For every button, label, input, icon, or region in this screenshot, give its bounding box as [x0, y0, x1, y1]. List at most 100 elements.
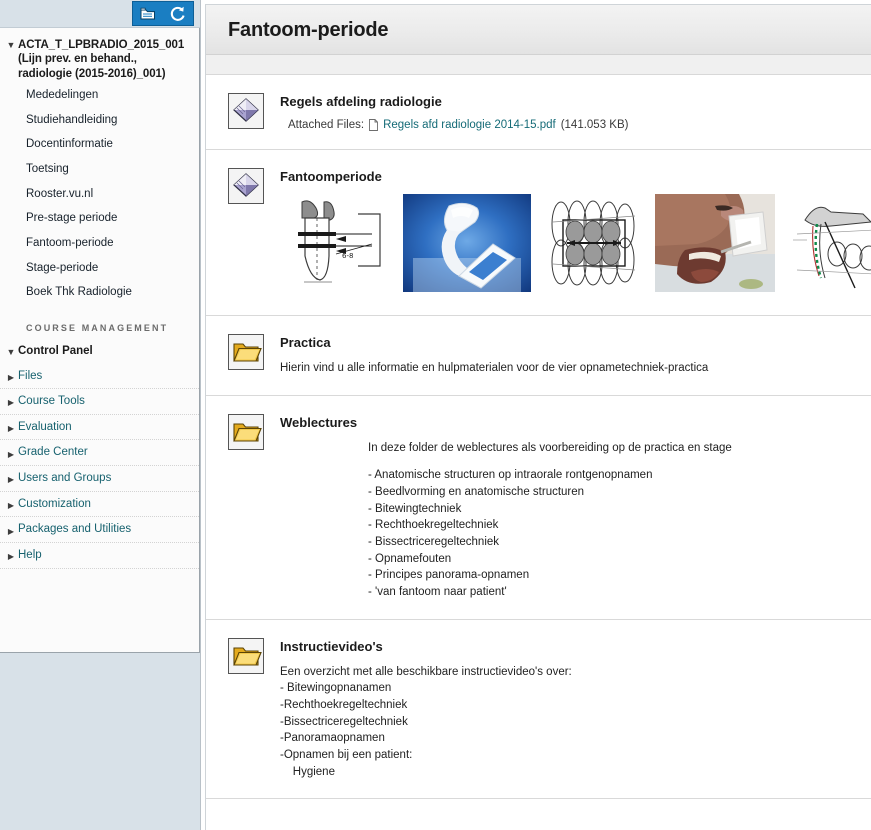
item-description: Hierin vind u alle informatie en hulpmat… [280, 362, 709, 374]
cm-item-label: Packages and Utilities [18, 523, 132, 536]
list-item: - Opnamefouten [368, 552, 452, 565]
cm-item-course-tools[interactable]: Course Tools [0, 389, 199, 415]
attached-files-label: Attached Files: [288, 119, 365, 131]
item-body: Instructievideo's Een overzicht met alle… [280, 638, 861, 781]
chevron-right-icon[interactable] [4, 450, 18, 459]
header-strip [206, 55, 871, 75]
content-item-weblectures: Weblectures In deze folder de weblecture… [206, 396, 871, 620]
cm-item-label: Users and Groups [18, 472, 112, 485]
content-item-instructievideos: Instructievideo's Een overzicht met alle… [206, 620, 871, 800]
list-item: -Panoramaopnamen [280, 732, 385, 745]
cm-item-label: Files [18, 369, 43, 382]
item-title: Regels afdeling radiologie [280, 94, 442, 109]
course-title: ACTA_T_LPBRADIO_2015_001 (Lijn prev. en … [18, 39, 185, 80]
list-item: - Bitewingtechniek [368, 502, 462, 515]
chevron-right-icon[interactable] [4, 424, 18, 433]
cm-item-label: Course Tools [18, 395, 85, 408]
item-intro: In deze folder de weblectures als voorbe… [368, 441, 732, 454]
chevron-right-icon[interactable] [4, 398, 18, 407]
sidebar-toolbar [0, 0, 200, 28]
cm-item-files[interactable]: Files [0, 364, 199, 390]
item-document-icon [228, 93, 264, 129]
course-tree-panel: ACTA_T_LPBRADIO_2015_001 (Lijn prev. en … [0, 28, 200, 653]
chevron-right-icon[interactable] [4, 552, 18, 561]
list-item: - 'van fantoom naar patient' [368, 586, 507, 599]
list-item: - Bitewingopnanamen [280, 682, 392, 695]
chevron-down-icon[interactable] [4, 41, 18, 50]
chevron-right-icon[interactable] [4, 527, 18, 536]
cm-item-customization[interactable]: Customization [0, 492, 199, 518]
list-item: -Opnamen bij een patient: [280, 749, 413, 762]
course-title-row[interactable]: ACTA_T_LPBRADIO_2015_001 (Lijn prev. en … [0, 34, 199, 83]
item-document-icon [228, 168, 264, 204]
list-item: -Bissectriceregeltechniek [280, 715, 408, 728]
content-area: Fantoom-periode Regels afdeling radiolog… [200, 0, 871, 830]
sidebar-item-mededelingen[interactable]: Mededelingen [0, 83, 199, 108]
course-menu-sidebar: ACTA_T_LPBRADIO_2015_001 (Lijn prev. en … [0, 0, 200, 830]
chevron-right-icon[interactable] [4, 373, 18, 382]
chevron-right-icon[interactable] [4, 501, 18, 510]
attached-file-link[interactable]: Regels afd radiologie 2014-15.pdf [383, 119, 556, 131]
cm-item-evaluation[interactable]: Evaluation [0, 415, 199, 441]
sidebar-item-toetsing[interactable]: Toetsing [0, 157, 199, 182]
list-item: - Rechthoekregeltechniek [368, 519, 499, 532]
sidebar-item-rooster[interactable]: Rooster.vu.nl [0, 182, 199, 207]
thumbnail-diagram-bisecting-angle[interactable] [791, 194, 871, 297]
folder-icon [228, 413, 264, 450]
folder-list-icon[interactable] [139, 5, 157, 23]
cm-item-control-panel[interactable]: Control Panel [0, 339, 199, 364]
cm-item-grade-center[interactable]: Grade Center [0, 440, 199, 467]
thumbnail-photo-white-film-holder[interactable] [403, 194, 531, 297]
folder-icon [228, 637, 264, 674]
folder-icon [228, 334, 264, 370]
attached-file-size: (141.053 KB) [560, 119, 629, 131]
cm-item-label: Control Panel [18, 344, 93, 357]
list-item: - Anatomische structuren op intraorale r… [368, 469, 653, 482]
refresh-icon[interactable] [169, 5, 187, 23]
course-tree-links: Mededelingen Studiehandleiding Docentinf… [0, 83, 199, 305]
thumbnail-diagram-bitewing-angle[interactable]: 6-8 [280, 194, 387, 297]
item-title: Instructievideo's [280, 638, 383, 654]
list-item: - Beedlvorming en anatomische structuren [368, 486, 585, 499]
sidebar-item-boek-thk-radiologie[interactable]: Boek Thk Radiologie [0, 280, 199, 305]
cm-item-label: Evaluation [18, 420, 72, 433]
item-title: Fantoomperiode [280, 169, 382, 184]
item-body: Regels afdeling radiologie Attached File… [280, 93, 861, 131]
content-tail [206, 799, 871, 830]
sidebar-item-fantoom-periode[interactable]: Fantoom-periode [0, 231, 199, 256]
cm-item-label: Grade Center [18, 446, 88, 459]
blackboard-course-page: ACTA_T_LPBRADIO_2015_001 (Lijn prev. en … [0, 0, 871, 830]
list-item: - Principes panorama-opnamen [368, 569, 530, 582]
item-body: Weblectures In deze folder de weblecture… [280, 414, 861, 601]
list-item: - Bissectriceregeltechniek [368, 536, 500, 549]
sidebar-toolbar-buttons[interactable] [132, 1, 194, 26]
page-title: Fantoom-periode [228, 19, 389, 41]
chevron-down-icon[interactable] [4, 348, 18, 357]
item-body: Fantoomperiode 6-8 [280, 168, 871, 297]
instructievideos-list: - Bitewingopnanamen -Rechthoekregeltechn… [280, 680, 861, 780]
sidebar-item-studiehandleiding[interactable]: Studiehandleiding [0, 108, 199, 133]
weblectures-list: - Anatomische structuren op intraorale r… [280, 467, 861, 600]
sidebar-item-stage-periode[interactable]: Stage-periode [0, 256, 199, 281]
cm-item-help[interactable]: Help [0, 543, 199, 569]
cm-item-label: Help [18, 549, 42, 562]
file-icon [369, 119, 379, 131]
content-item-fantoomperiode: Fantoomperiode 6-8 [206, 150, 871, 316]
course-management-header: COURSE MANAGEMENT [26, 322, 169, 333]
item-intro: Een overzicht met alle beschikbare instr… [280, 665, 572, 678]
thumbnail-photo-phantom-head-mouth[interactable] [655, 194, 775, 297]
cm-item-label: Customization [18, 497, 91, 510]
cm-item-packages-and-utilities[interactable]: Packages and Utilities [0, 517, 199, 544]
sidebar-item-docentinformatie[interactable]: Docentinformatie [0, 132, 199, 157]
list-item: Hygiene [280, 765, 335, 778]
item-body: Practica Hierin vind u alle informatie e… [280, 334, 861, 377]
thumbnail-diagram-teeth-rows[interactable] [547, 194, 639, 297]
chevron-right-icon[interactable] [4, 475, 18, 484]
item-title: Weblectures [280, 414, 358, 430]
svg-text:6-8: 6-8 [342, 252, 353, 260]
content-frame: Fantoom-periode Regels afdeling radiolog… [205, 4, 871, 830]
list-item: -Rechthoekregeltechniek [280, 699, 408, 712]
sidebar-item-pre-stage-periode[interactable]: Pre-stage periode [0, 206, 199, 231]
item-title: Practica [280, 335, 331, 350]
cm-item-users-and-groups[interactable]: Users and Groups [0, 466, 199, 492]
